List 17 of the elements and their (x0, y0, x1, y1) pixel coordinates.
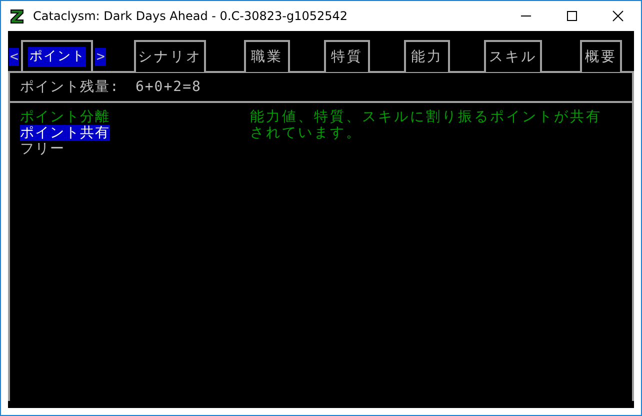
description-text: 能力値、特質、スキルに割り振るポイントが共有されています。 (250, 109, 603, 143)
option-item[interactable]: フリー (20, 141, 65, 157)
option-item[interactable]: ポイント共有 (20, 125, 110, 141)
tab[interactable]: 特質 (324, 40, 370, 72)
tab[interactable]: ポイント (21, 40, 94, 72)
tab[interactable]: 概要 (580, 40, 622, 72)
points-value: 6+0+2=8 (135, 78, 202, 96)
close-icon[interactable] (612, 10, 624, 22)
tab[interactable]: 能力 (404, 40, 450, 72)
maximize-icon[interactable] (566, 10, 578, 22)
window-title: Cataclysm: Dark Days Ahead - 0.C-30823-g1052542 (33, 8, 349, 25)
tab[interactable]: スキル (484, 40, 542, 72)
tab[interactable]: シナリオ (134, 40, 206, 72)
app-icon (9, 8, 25, 24)
points-label: ポイント残量: (20, 78, 120, 96)
option-item[interactable]: ポイント分離 (20, 109, 110, 125)
tab[interactable]: 職業 (244, 40, 290, 72)
